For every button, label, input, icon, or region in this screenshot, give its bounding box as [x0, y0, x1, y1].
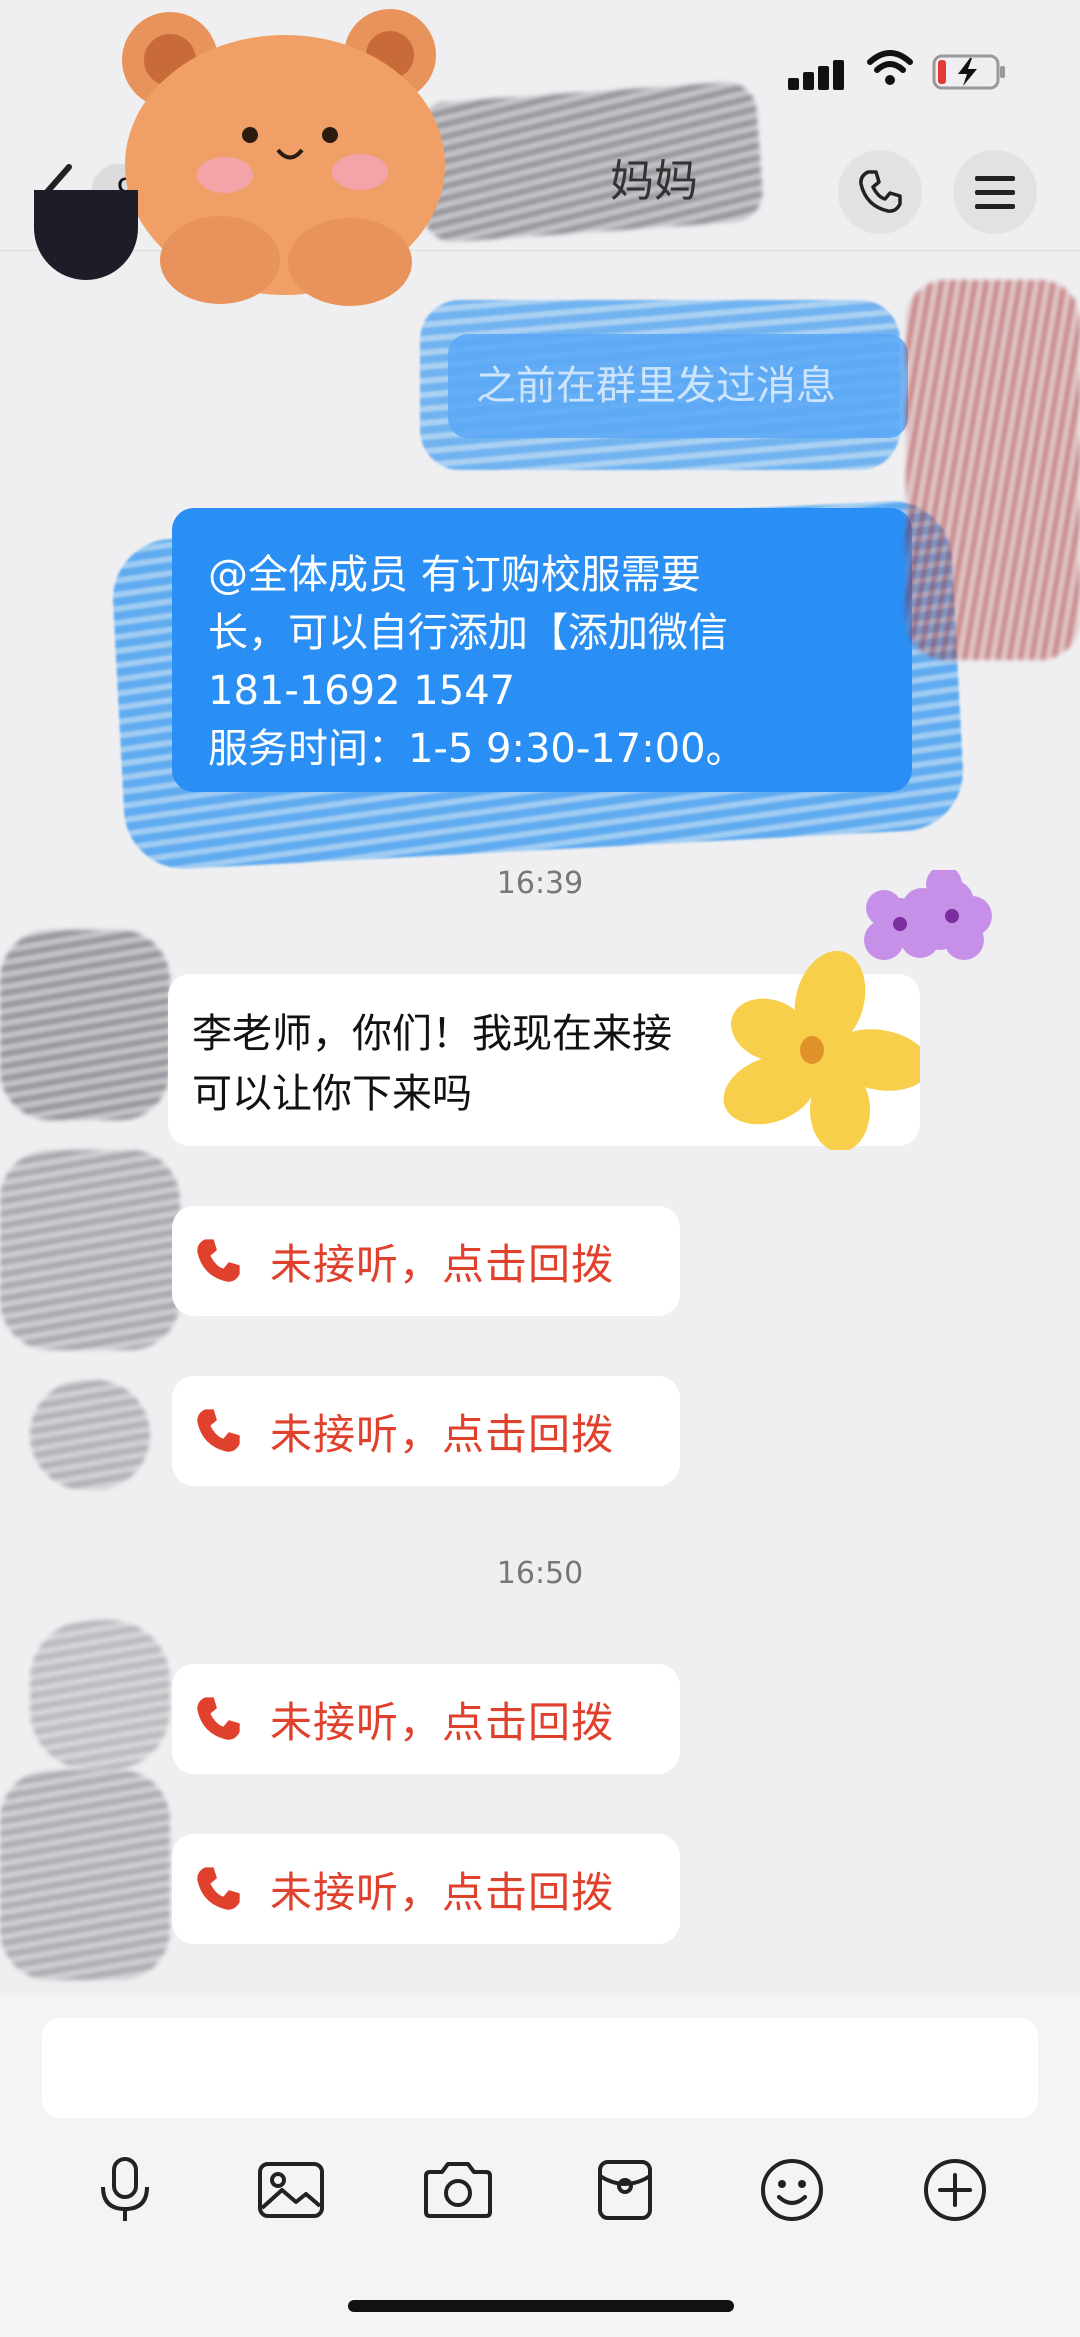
camera-icon — [424, 2162, 492, 2218]
outgoing-message-bubble[interactable]: @全体成员 有订购校服需要 长，可以自行添加【添加微信 181-1692 154… — [172, 508, 912, 792]
missed-call-bubble[interactable]: 未接听，点击回拨 — [172, 1376, 680, 1486]
voice-button[interactable] — [70, 2140, 180, 2240]
home-indicator[interactable] — [348, 2300, 734, 2312]
missed-call-bubble[interactable]: 未接听，点击回拨 — [172, 1664, 680, 1774]
timestamp: 16:50 — [496, 1556, 584, 1591]
phone-icon — [197, 1409, 240, 1452]
microphone-icon — [101, 2157, 149, 2221]
message-line: 181-1692 1547 — [208, 668, 516, 714]
hamburger-icon — [975, 176, 1015, 209]
redaction-scribble — [906, 280, 1080, 660]
image-icon — [258, 2162, 324, 2218]
message-line: @全体成员 有订购校服需要 — [208, 552, 701, 598]
cellular-signal-icon — [788, 54, 846, 90]
outgoing-message-bubble[interactable]: 之前在群里发过消息 — [448, 334, 908, 438]
camera-button[interactable] — [403, 2140, 513, 2240]
emoji-icon — [761, 2159, 823, 2221]
avatar[interactable] — [30, 1380, 150, 1490]
avatar[interactable] — [30, 1620, 170, 1770]
red-packet-button[interactable] — [570, 2140, 680, 2240]
voice-call-button[interactable] — [838, 150, 922, 234]
emoji-button[interactable] — [737, 2140, 847, 2240]
composer-toolbar — [0, 2140, 1080, 2250]
wifi-icon — [867, 50, 913, 85]
message-line: 服务时间：1-5 9:30-17:00。 — [208, 726, 746, 772]
missed-call-label: 未接听，点击回拨 — [270, 1409, 615, 1459]
battery-charging-icon — [932, 54, 1005, 90]
red-packet-icon — [598, 2160, 652, 2220]
phone-icon — [197, 1697, 240, 1740]
more-menu-button[interactable] — [953, 150, 1037, 234]
message-line: 长，可以自行添加【添加微信 — [208, 610, 728, 656]
missed-call-label: 未接听，点击回拨 — [270, 1867, 615, 1917]
image-button[interactable] — [236, 2140, 346, 2240]
phone-icon — [859, 170, 902, 213]
missed-call-bubble[interactable]: 未接听，点击回拨 — [172, 1834, 680, 1944]
avatar[interactable] — [0, 1770, 170, 1980]
missed-call-label: 未接听，点击回拨 — [270, 1239, 615, 1289]
avatar[interactable] — [0, 930, 170, 1120]
plus-icon — [924, 2159, 986, 2221]
phone-icon — [197, 1867, 240, 1910]
missed-call-label: 未接听，点击回拨 — [270, 1697, 615, 1747]
missed-call-bubble[interactable]: 未接听，点击回拨 — [172, 1206, 680, 1316]
yellow-flower-sticker — [723, 950, 920, 1150]
chat-title: 妈妈 — [610, 156, 698, 207]
avatar[interactable] — [0, 1150, 180, 1350]
more-actions-button[interactable] — [900, 2140, 1010, 2240]
bear-sticker — [122, 9, 445, 306]
phone-icon — [197, 1239, 240, 1282]
message-input[interactable] — [42, 2018, 1038, 2118]
